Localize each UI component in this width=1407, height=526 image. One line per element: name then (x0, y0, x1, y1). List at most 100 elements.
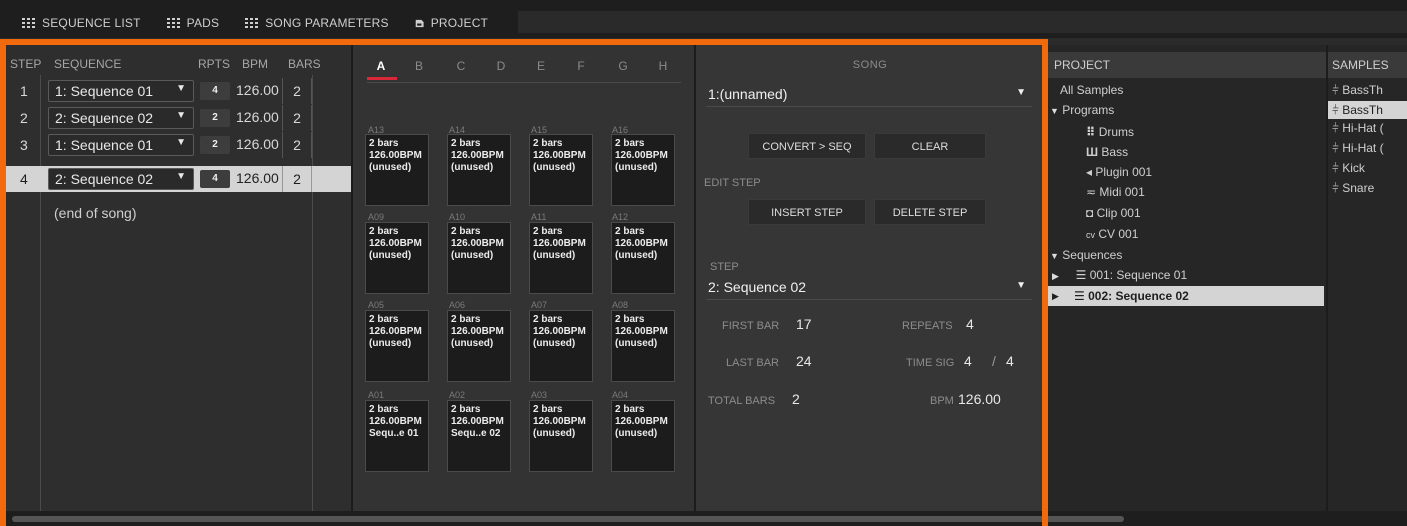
pad[interactable]: 2 bars 126.00BPM (unused) (365, 310, 429, 382)
tab-bank-f[interactable]: F (569, 59, 593, 73)
header-bpm: BPM (242, 57, 269, 71)
tree-label: Midi 001 (1099, 185, 1145, 199)
sequence-list-header: STEP SEQUENCE RPTS BPM BARS (6, 53, 351, 73)
menu-pads[interactable]: PADS (166, 14, 220, 32)
pad[interactable]: 2 bars 126.00BPM Sequ..e 02 (447, 400, 511, 472)
pad-name: Sequ..e 01 (369, 428, 419, 439)
tab-bank-g[interactable]: G (611, 59, 635, 73)
step-select[interactable]: 2: Sequence 02 ▼ (706, 276, 1032, 300)
tree-item-programs[interactable]: ▼ Programs (1050, 103, 1114, 117)
sample-name: BassTh (1342, 83, 1383, 97)
sequence-select[interactable]: 2: Sequence 02 ▼ (48, 107, 194, 129)
tree-item-all-samples[interactable]: All Samples (1060, 83, 1123, 97)
table-row[interactable]: 2 2: Sequence 02 ▼ 2 126.00 2 (6, 105, 351, 131)
pad[interactable]: 2 bars 126.00BPM (unused) (611, 310, 675, 382)
pad[interactable]: 2 bars 126.00BPM (unused) (447, 134, 511, 206)
pad-name: (unused) (615, 338, 658, 349)
pad-bpm: 126.00BPM (369, 238, 422, 249)
tree-item-program[interactable]: ≂ Midi 001 (1086, 185, 1145, 199)
clear-button[interactable]: CLEAR (874, 133, 986, 159)
pad[interactable]: 2 bars 126.00BPM (unused) (447, 222, 511, 294)
sequence-select[interactable]: 2: Sequence 02 ▼ (48, 168, 194, 190)
tree-item-program[interactable]: cv CV 001 (1086, 227, 1138, 241)
bars-value: 2 (282, 105, 312, 131)
tree-item-sequences[interactable]: ▼ Sequences (1050, 248, 1122, 262)
bpm-value[interactable]: 126.00 (958, 391, 1001, 407)
sequence-select[interactable]: 1: Sequence 01 ▼ (48, 134, 194, 156)
last-bar-value[interactable]: 24 (796, 353, 812, 369)
sample-item[interactable]: ⫩ BassTh (1332, 83, 1383, 98)
sample-item[interactable]: ⫩ Hi-Hat ( (1332, 141, 1384, 156)
pad[interactable]: 2 bars 126.00BPM (unused) (529, 310, 593, 382)
menu-label: PADS (186, 16, 220, 30)
pad-id: A06 (449, 300, 466, 310)
keyboard-icon: Ш (1086, 145, 1099, 159)
sample-item[interactable]: ⫩ Hi-Hat ( (1332, 121, 1384, 136)
scrollbar-thumb[interactable] (12, 516, 1124, 522)
pad-name: (unused) (369, 338, 412, 349)
tree-item-program[interactable]: Ш Bass (1086, 145, 1128, 159)
waveform-icon: ⫩ (1332, 121, 1339, 135)
dropdown-arrow-icon: ▼ (1016, 87, 1026, 98)
song-select-value: 1:(unnamed) (708, 86, 788, 102)
sample-item-selected[interactable]: ⫩ BassTh (1328, 101, 1407, 119)
song-parameters-panel: SONG 1:(unnamed) ▼ CONVERT > SEQ CLEAR E… (694, 45, 1042, 511)
repeats-stepper[interactable]: 4 (200, 170, 230, 188)
pad-id: A08 (612, 300, 629, 310)
pad[interactable]: 2 bars 126.00BPM (unused) (611, 134, 675, 206)
pad[interactable]: 2 bars 126.00BPM (unused) (365, 134, 429, 206)
delete-step-button[interactable]: DELETE STEP (874, 199, 986, 225)
repeats-stepper[interactable]: 4 (200, 82, 230, 100)
tab-bank-e[interactable]: E (529, 59, 553, 73)
collapsed-triangle-icon[interactable]: ▶ (1052, 291, 1059, 302)
tree-item-program[interactable]: ◘ Clip 001 (1086, 206, 1141, 220)
repeats-stepper[interactable]: 2 (200, 136, 230, 154)
song-select[interactable]: 1:(unnamed) ▼ (706, 83, 1032, 107)
sample-name: Hi-Hat ( (1342, 141, 1384, 155)
pad[interactable]: 2 bars 126.00BPM Sequ..e 01 (365, 400, 429, 472)
time-sig-denominator[interactable]: 4 (1006, 353, 1014, 369)
tree-item-sequence[interactable]: ▶ ☰ 001: Sequence 01 (1052, 268, 1187, 282)
pad-name: (unused) (615, 250, 658, 261)
menu-sequence-list[interactable]: SEQUENCE LIST (22, 14, 141, 32)
sequence-select[interactable]: 1: Sequence 01 ▼ (48, 80, 194, 102)
sample-item[interactable]: ⫩ Snare (1332, 181, 1374, 196)
header-step: STEP (10, 57, 42, 71)
repeats-value[interactable]: 4 (966, 316, 974, 332)
tree-item-program[interactable]: ⠿ Drums (1086, 125, 1134, 139)
repeats-stepper[interactable]: 2 (200, 109, 230, 127)
tab-bank-d[interactable]: D (489, 59, 513, 73)
pad[interactable]: 2 bars 126.00BPM (unused) (365, 222, 429, 294)
tree-item-sequence-selected[interactable]: ☰ 002: Sequence 02 (1048, 286, 1324, 306)
tab-bank-h[interactable]: H (651, 59, 675, 73)
samples-header: SAMPLES (1328, 52, 1407, 78)
pad[interactable]: 2 bars 126.00BPM (unused) (529, 400, 593, 472)
pad[interactable]: 2 bars 126.00BPM (unused) (611, 222, 675, 294)
tree-label: Drums (1098, 125, 1135, 139)
pad[interactable]: 2 bars 126.00BPM (unused) (529, 134, 593, 206)
tab-bank-b[interactable]: B (407, 59, 431, 73)
table-row[interactable]: 3 1: Sequence 01 ▼ 2 126.00 2 (6, 132, 351, 158)
grid-icon (245, 18, 259, 28)
drum-grid-icon: ⠿ (1086, 125, 1096, 139)
plugin-icon: ◂ (1086, 165, 1093, 179)
menu-project[interactable]: PROJECT (415, 14, 488, 32)
pad-bpm: 126.00BPM (451, 416, 504, 427)
table-row[interactable]: 1 1: Sequence 01 ▼ 4 126.00 2 (6, 78, 351, 104)
tree-item-program[interactable]: ◂ Plugin 001 (1086, 165, 1152, 179)
convert-to-seq-button[interactable]: CONVERT > SEQ (748, 133, 866, 159)
insert-step-button[interactable]: INSERT STEP (748, 199, 866, 225)
sequence-icon: ☰ (1074, 289, 1085, 303)
pad-id: A04 (612, 390, 629, 400)
time-sig-numerator[interactable]: 4 (964, 353, 972, 369)
pad[interactable]: 2 bars 126.00BPM (unused) (611, 400, 675, 472)
table-row-selected[interactable]: 4 2: Sequence 02 ▼ 4 126.00 2 (6, 166, 351, 192)
tab-bank-c[interactable]: C (449, 59, 473, 73)
first-bar-value[interactable]: 17 (796, 316, 812, 332)
sequence-list-panel: STEP SEQUENCE RPTS BPM BARS 1 1: Sequenc… (6, 45, 351, 511)
menu-song-parameters[interactable]: SONG PARAMETERS (245, 14, 388, 32)
pad[interactable]: 2 bars 126.00BPM (unused) (529, 222, 593, 294)
sample-item[interactable]: ⫩ Kick (1332, 161, 1365, 176)
pad[interactable]: 2 bars 126.00BPM (unused) (447, 310, 511, 382)
tab-bank-a[interactable]: A (369, 59, 393, 73)
